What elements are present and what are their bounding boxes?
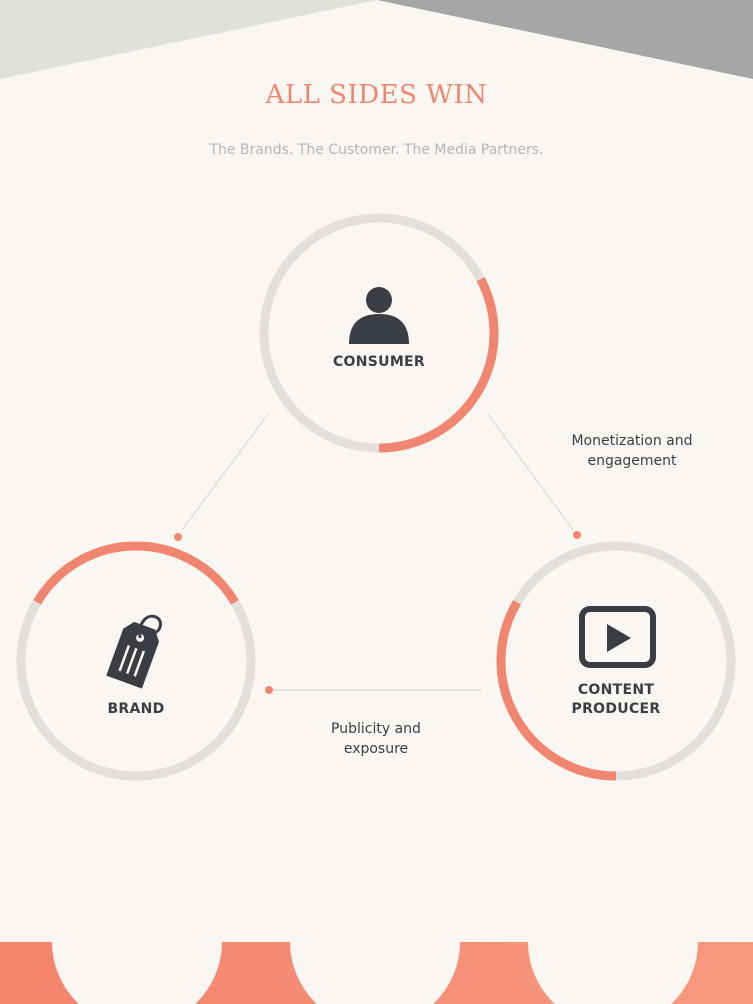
edge-label-monetization-line1: Monetization and (571, 433, 693, 449)
consumer-label: CONSUMER (332, 354, 426, 370)
brand-label: BRAND (107, 701, 165, 717)
page-subtitle: The Brands. The Customer. The Media Part… (209, 142, 544, 158)
infographic: ALL SIDES WIN The Brands. The Customer. … (0, 0, 753, 1004)
header-shape-right (377, 0, 753, 79)
brand-ring-accent (33, 541, 239, 605)
header-shape-left (0, 0, 377, 79)
edge-label-monetization-line2: engagement (587, 453, 677, 469)
footer-scallop-1 (52, 942, 222, 1004)
connector-dot-middle (265, 686, 273, 694)
edge-label-publicity-line1: Publicity and (331, 721, 421, 737)
play-button-icon (579, 606, 656, 668)
connector-dot-producer (573, 531, 581, 539)
footer-scallop-3 (528, 942, 698, 1004)
footer-scallop-2 (290, 942, 460, 1004)
person-icon (349, 287, 409, 344)
edge-label-publicity-line2: exposure (343, 741, 409, 757)
edge-label-monetization: Monetization and engagement (532, 431, 732, 471)
content-producer-label: CONTENT PRODUCER (516, 681, 716, 719)
connector-consumer-brand (181, 413, 269, 531)
content-producer-label-line2: PRODUCER (571, 701, 661, 717)
connector-dot-brand (174, 533, 182, 541)
page-title: ALL SIDES WIN (265, 80, 488, 110)
edge-label-publicity: Publicity and exposure (276, 719, 476, 759)
content-producer-label-line1: CONTENT (577, 682, 655, 698)
price-tag-icon (106, 614, 162, 689)
